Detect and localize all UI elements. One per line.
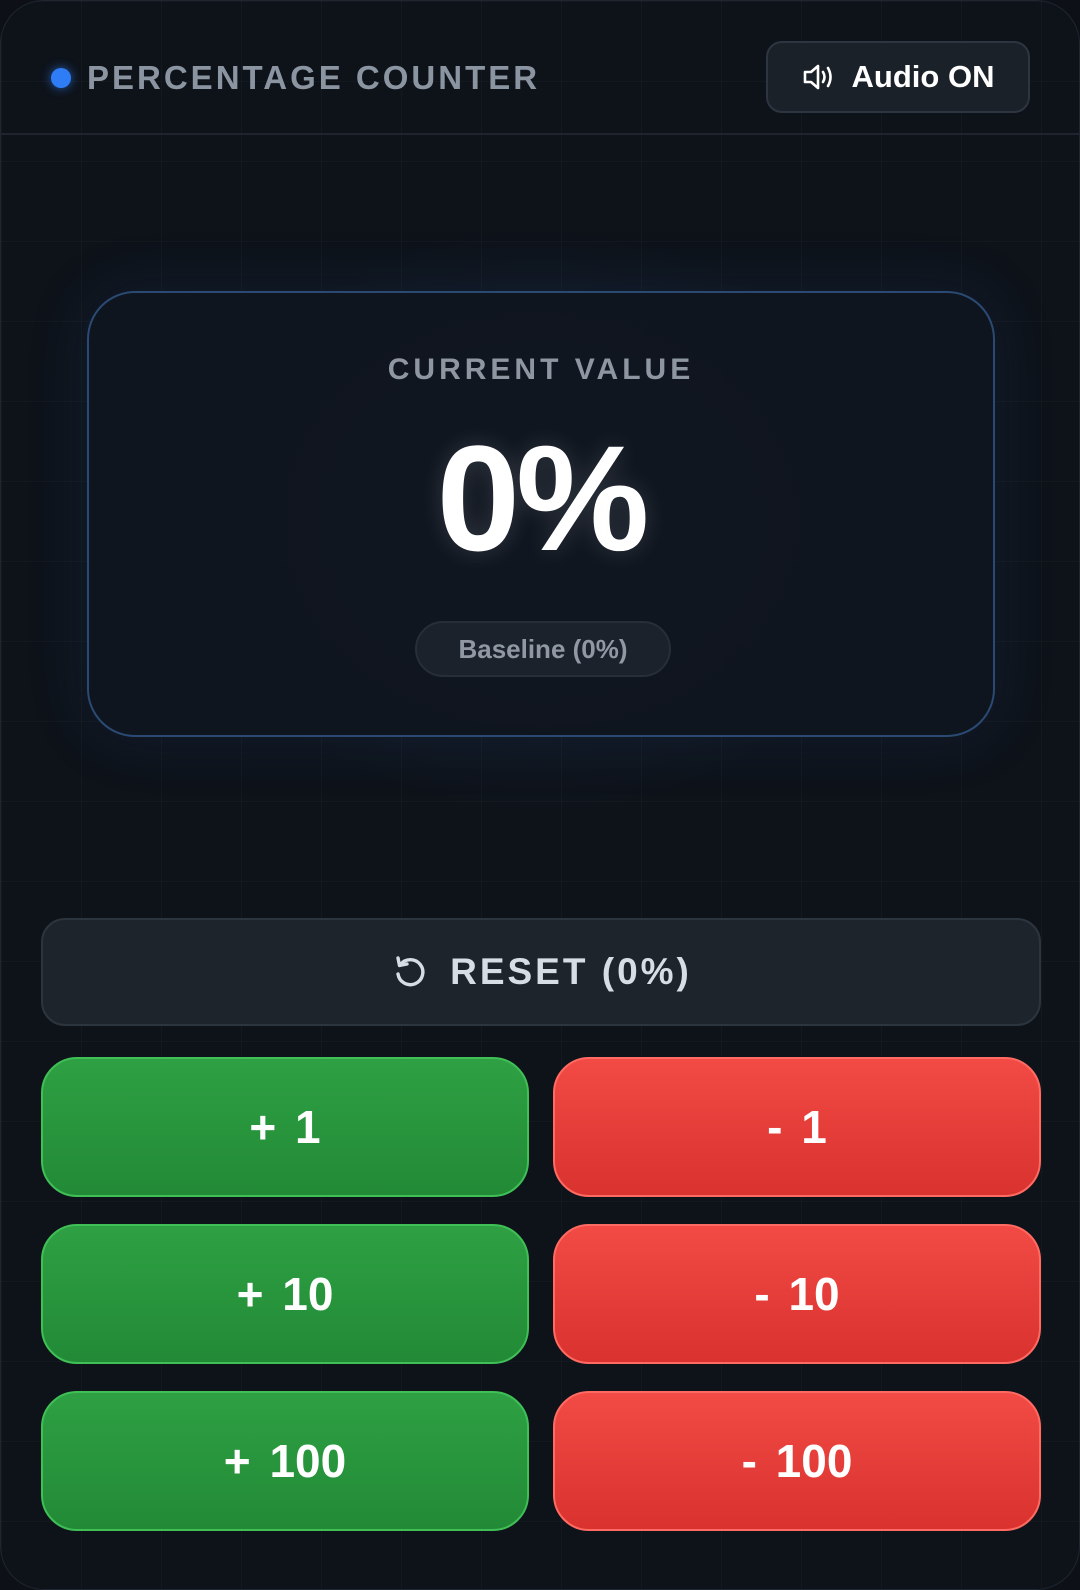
reset-button[interactable]: RESET (0%) bbox=[41, 918, 1041, 1026]
app-title: PERCENTAGE COUNTER bbox=[87, 59, 541, 96]
current-value: 0% bbox=[436, 414, 650, 582]
status-dot-icon bbox=[51, 68, 71, 88]
decrement-1-button[interactable]: - 1 bbox=[553, 1057, 1041, 1197]
current-value-label: CURRENT VALUE bbox=[387, 353, 695, 386]
increment-10-button[interactable]: + 10 bbox=[41, 1224, 529, 1364]
app-window: PERCENTAGE COUNTER Audio ON CURRENT VALU… bbox=[0, 0, 1080, 1590]
speaker-icon bbox=[802, 62, 838, 92]
audio-toggle-button[interactable]: Audio ON bbox=[766, 41, 1030, 113]
reset-label: RESET (0%) bbox=[450, 951, 692, 992]
header: PERCENTAGE COUNTER Audio ON bbox=[1, 1, 1079, 135]
audio-toggle-label: Audio ON bbox=[851, 59, 995, 94]
decrement-10-button[interactable]: - 10 bbox=[553, 1224, 1041, 1364]
reset-icon bbox=[390, 952, 430, 992]
increment-1-button[interactable]: + 1 bbox=[41, 1057, 529, 1197]
increment-100-button[interactable]: + 100 bbox=[41, 1391, 529, 1531]
status-badge: Baseline (0%) bbox=[415, 621, 671, 677]
value-display-card: CURRENT VALUE 0% Baseline (0%) bbox=[87, 291, 995, 737]
decrement-100-button[interactable]: - 100 bbox=[553, 1391, 1041, 1531]
